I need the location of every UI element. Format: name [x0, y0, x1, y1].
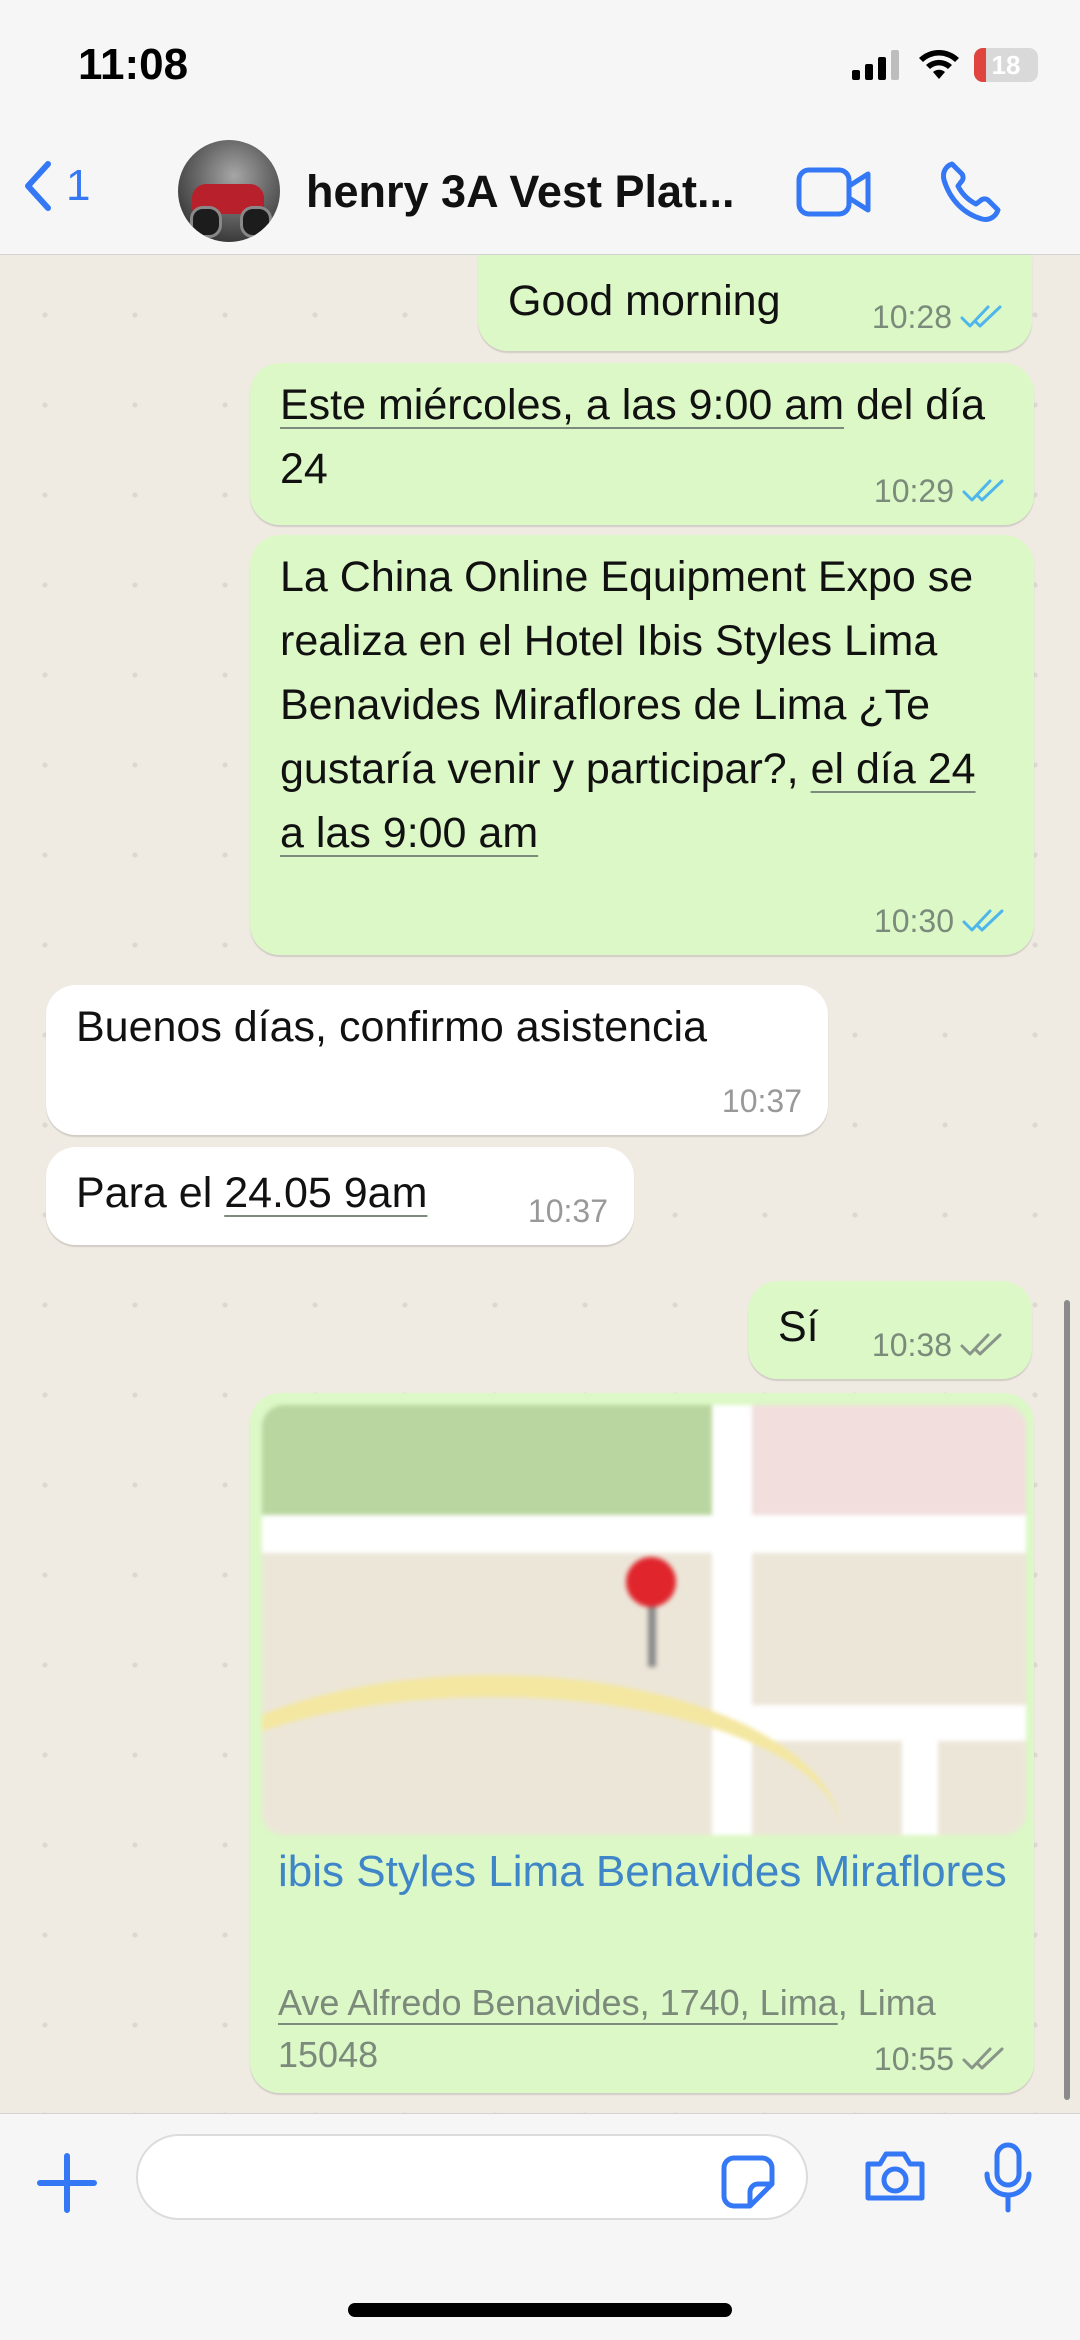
microphone-icon[interactable]: [980, 2142, 1036, 2214]
signal-icon: [852, 50, 899, 80]
chat-header: 1 henry 3A Vest Plat...: [0, 130, 1080, 255]
address-link[interactable]: Ave Alfredo Benavides, 1740, Lima: [278, 1982, 838, 2023]
message-time: 10:55: [873, 2041, 954, 2077]
message-meta: 10:37: [722, 1081, 802, 1121]
message-time: 10:29: [873, 473, 954, 509]
status-bar: 11:08 18: [0, 0, 1080, 130]
status-time: 11:08: [78, 40, 189, 89]
battery-icon: 18: [974, 48, 1038, 82]
message-input[interactable]: [136, 2134, 808, 2220]
contact-name[interactable]: henry 3A Vest Plat...: [306, 166, 766, 218]
message-incoming[interactable]: Buenos días, confirmo asistencia 10:37: [46, 985, 828, 1135]
back-button[interactable]: 1: [24, 160, 90, 212]
message-text: Para el 24.05 9am: [76, 1161, 427, 1225]
message-meta: 10:38: [872, 1325, 1006, 1365]
plus-icon[interactable]: [36, 2152, 98, 2214]
message-text: Good morning: [508, 277, 781, 325]
message-time: 10:28: [871, 299, 952, 335]
message-text-plain: Para el: [76, 1169, 225, 1217]
message-list[interactable]: Good morning 10:28 Este miércoles, a las…: [0, 255, 1080, 2113]
message-outgoing[interactable]: La China Online Equipment Expo se realiz…: [250, 535, 1034, 955]
read-ticks-icon: [962, 479, 1004, 502]
location-title[interactable]: ibis Styles Lima Benavides Miraflores: [278, 1841, 1018, 1903]
message-meta: 10:29: [874, 471, 1008, 511]
unread-count: 1: [66, 161, 91, 210]
message-time: 10:30: [873, 903, 954, 939]
message-text: Buenos días, confirmo asistencia: [76, 1003, 707, 1051]
message-meta: 10:28: [872, 297, 1006, 337]
home-indicator[interactable]: [348, 2303, 732, 2317]
map-pin-icon: [626, 1557, 676, 1607]
wifi-icon: [919, 50, 959, 79]
message-outgoing[interactable]: Este miércoles, a las 9:00 am del día 24…: [250, 363, 1034, 525]
message-time: 10:38: [871, 1327, 952, 1363]
message-outgoing[interactable]: Good morning 10:28: [478, 255, 1032, 351]
read-ticks-icon: [960, 305, 1002, 328]
message-meta: 10:30: [874, 901, 1008, 941]
battery-level: 18: [991, 49, 1021, 80]
message-text: La China Online Equipment Expo se realiz…: [280, 545, 1010, 865]
delivered-ticks-icon: [962, 2047, 1004, 2070]
message-time: 10:37: [721, 1083, 802, 1119]
message-date-link[interactable]: 24.05 9am: [224, 1169, 427, 1217]
chevron-left-icon: [25, 161, 51, 211]
message-outgoing[interactable]: Sí 10:38: [748, 1281, 1032, 1379]
message-text: Sí: [778, 1303, 819, 1351]
read-ticks-icon: [962, 909, 1004, 932]
status-icons: 18: [852, 48, 1038, 82]
scroll-indicator[interactable]: [1064, 1300, 1070, 2100]
avatar[interactable]: [178, 140, 280, 242]
video-camera-icon[interactable]: [796, 164, 872, 220]
camera-icon[interactable]: [862, 2148, 928, 2204]
message-date-link[interactable]: Este miércoles, a las 9:00 am: [280, 381, 844, 429]
delivered-ticks-icon: [960, 1333, 1002, 1356]
phone-icon[interactable]: [938, 158, 1004, 224]
map-preview[interactable]: [262, 1405, 1026, 1835]
sticker-icon[interactable]: [720, 2154, 776, 2210]
message-incoming[interactable]: Para el 24.05 9am 10:37: [46, 1147, 634, 1245]
location-message[interactable]: ibis Styles Lima Benavides Miraflores Av…: [250, 1393, 1034, 2093]
message-meta: 10:55: [874, 2039, 1008, 2079]
message-meta: 10:37: [528, 1191, 608, 1231]
message-time: 10:37: [527, 1193, 608, 1229]
